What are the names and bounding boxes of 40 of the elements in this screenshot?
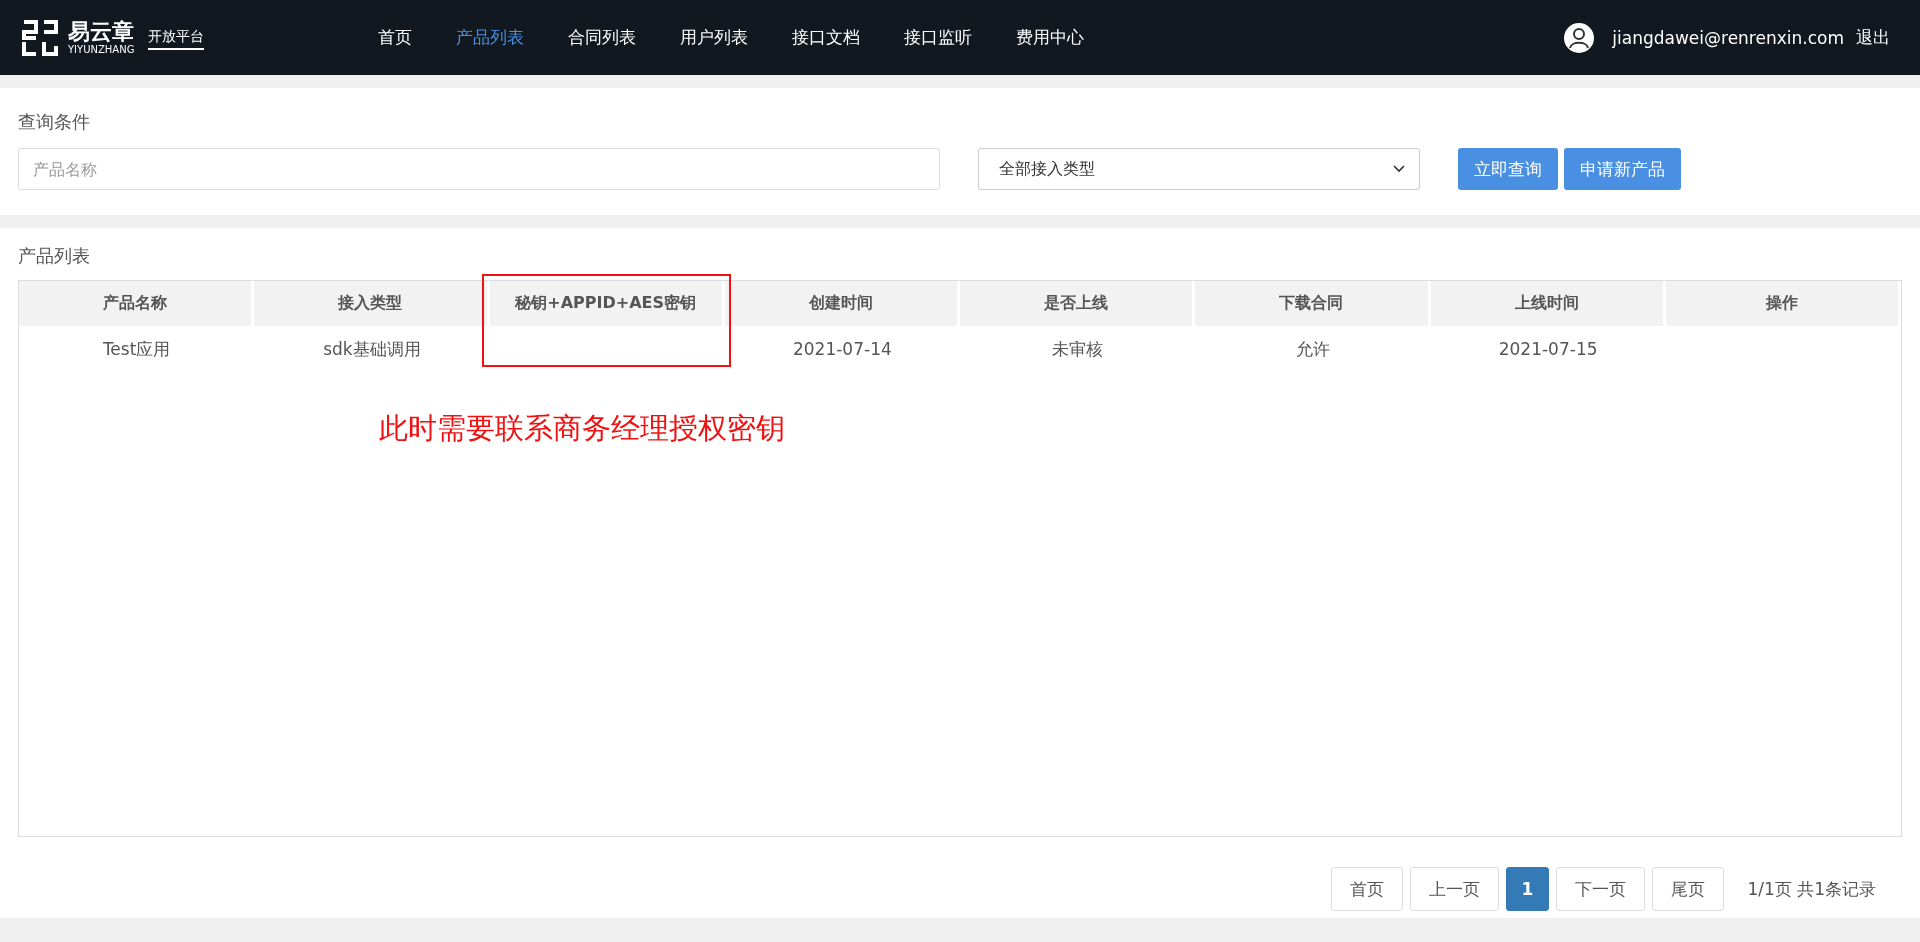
logo-name: 易云章 (68, 20, 135, 44)
nav-link[interactable]: 产品列表 (456, 26, 524, 49)
pagination-button[interactable]: 下一页 (1556, 867, 1646, 911)
chevron-down-icon (1393, 165, 1405, 173)
pagination-button[interactable]: 尾页 (1652, 867, 1725, 911)
column-header: 是否上线 (960, 281, 1196, 326)
nav-link[interactable]: 费用中心 (1016, 26, 1084, 49)
pagination-button[interactable]: 上一页 (1409, 867, 1499, 911)
column-header: 操作 (1665, 281, 1901, 326)
nav-link[interactable]: 用户列表 (680, 26, 748, 49)
column-header: 秘钥+APPID+AES密钥 (489, 281, 725, 326)
table-cell: sdk基础调用 (323, 337, 421, 361)
platform-label: 开放平台 (148, 25, 205, 50)
annotation-text: 此时需要联系商务经理授权密钥 (379, 410, 785, 447)
table-cell: 允许 (1295, 337, 1330, 361)
user-email: jiangdawei@renrenxin.com (1612, 27, 1844, 48)
logo-icon (20, 17, 60, 58)
logout-link[interactable]: 退出 (1856, 26, 1890, 49)
pagination-button[interactable]: 1 (1505, 867, 1550, 911)
table-cell: Test应用 (102, 337, 171, 361)
section-title: 产品列表 (18, 244, 91, 268)
column-header: 接入类型 (254, 281, 490, 326)
table-cell: 未审核 (1052, 337, 1104, 361)
column-header: 产品名称 (19, 281, 255, 326)
product-name-field[interactable]: 产品名称 (18, 148, 940, 190)
pagination-button[interactable]: 首页 (1330, 867, 1403, 911)
nav-link[interactable]: 接口文档 (792, 26, 860, 49)
pagination-summary: 1/1页 共1条记录 (1747, 877, 1876, 901)
section-title: 查询条件 (18, 110, 91, 134)
nav-link[interactable]: 合同列表 (568, 26, 636, 49)
access-type-select[interactable]: 全部接入类型 (978, 148, 1420, 190)
nav-link[interactable]: 首页 (378, 26, 412, 49)
column-header: 上线时间 (1430, 281, 1666, 326)
nav-link[interactable]: 接口监听 (904, 26, 972, 49)
table-cell: 2021-07-15 (1498, 339, 1598, 359)
logo-subtitle: YIYUNZHANG (68, 44, 135, 55)
column-header: 下载合同 (1195, 281, 1431, 326)
user-avatar-icon (1564, 22, 1595, 53)
column-header: 创建时间 (724, 281, 960, 326)
table-cell: 2021-07-14 (792, 339, 892, 359)
